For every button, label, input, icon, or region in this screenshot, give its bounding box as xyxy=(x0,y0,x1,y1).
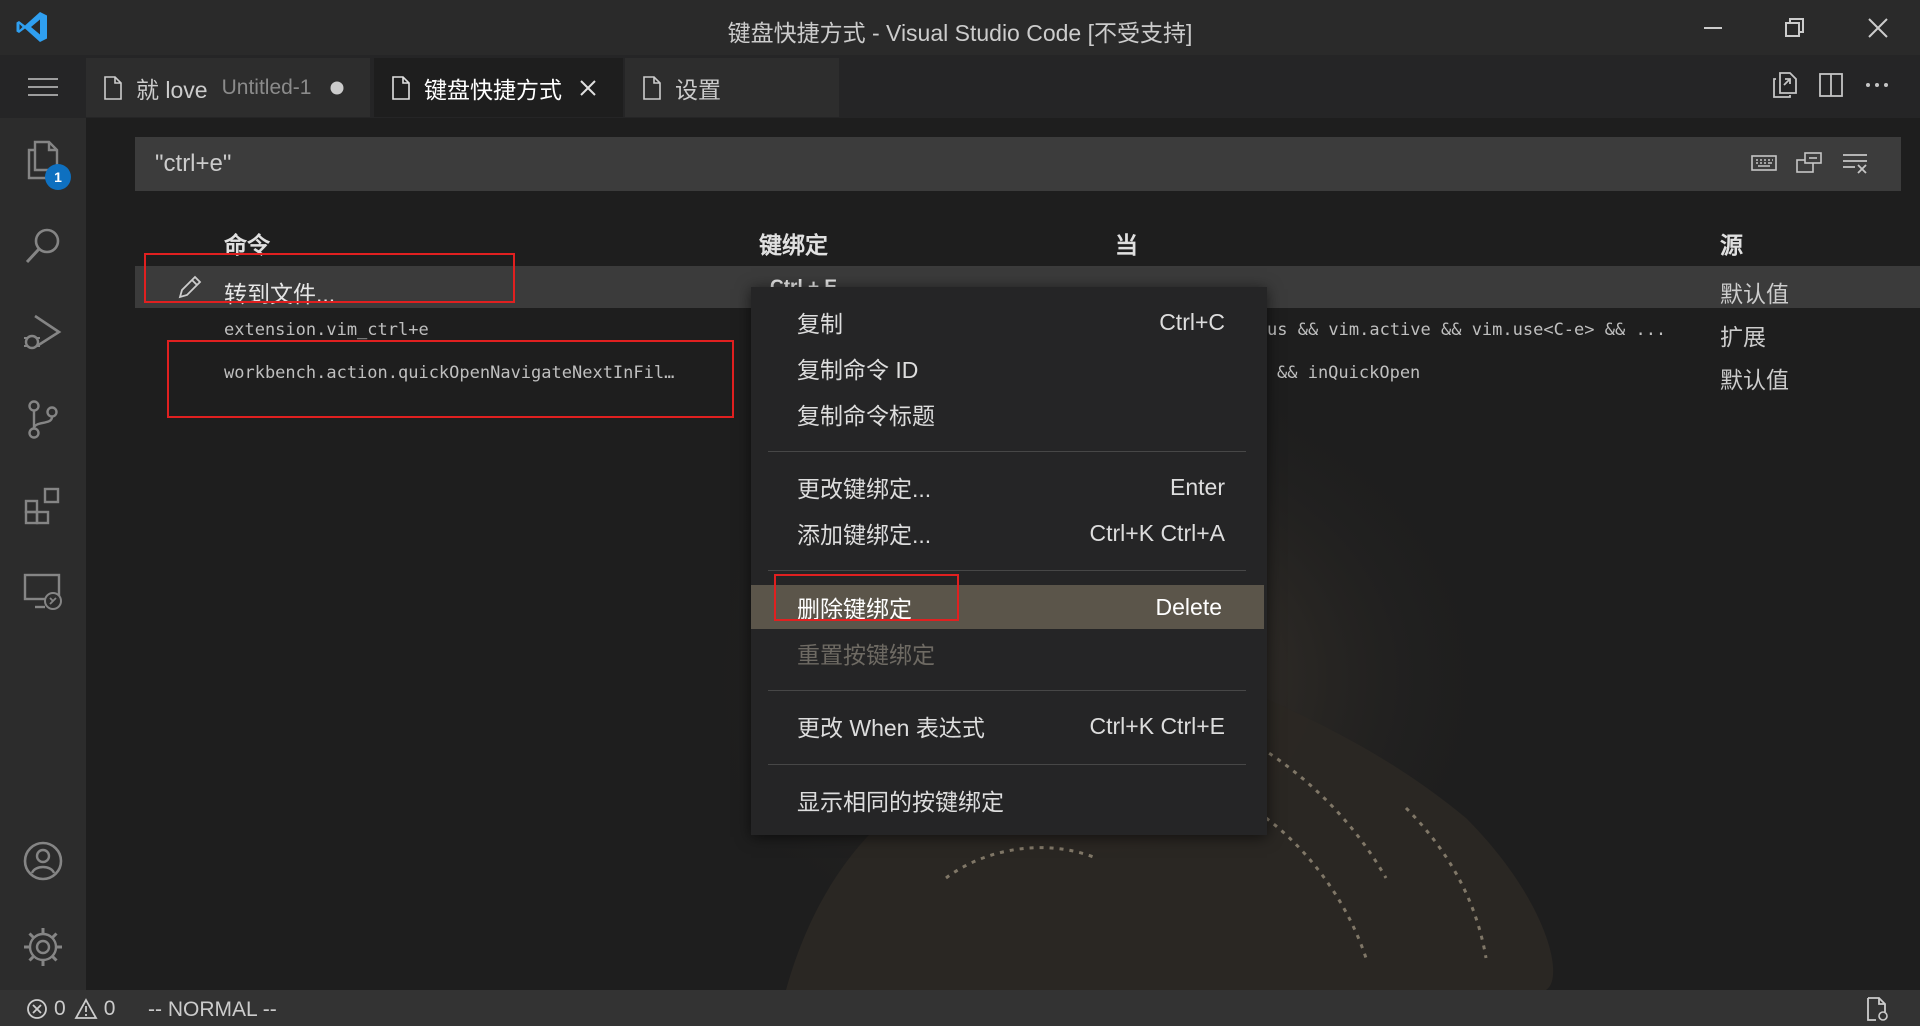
when-expression: && inQuickOpen xyxy=(1277,363,1421,383)
manage-button[interactable] xyxy=(14,918,72,976)
file-icon xyxy=(392,75,410,100)
close-window-button[interactable] xyxy=(1838,0,1918,55)
tab-untitled[interactable]: 就 love Untitled-1 xyxy=(86,58,370,117)
menu-icon[interactable] xyxy=(20,72,66,102)
menu-item-add-keybinding[interactable]: 添加键绑定... Ctrl+K Ctrl+A xyxy=(751,511,1267,555)
when-expression: us && vim.active && vim.use<C-e> && ... xyxy=(1267,320,1667,340)
tab-settings[interactable]: 设置 xyxy=(625,58,839,117)
more-actions-button[interactable] xyxy=(1859,67,1895,103)
highlight-box xyxy=(774,574,959,621)
clear-search-icon[interactable] xyxy=(1840,150,1870,176)
tab-label: 设置 xyxy=(675,76,721,103)
close-icon xyxy=(1868,17,1888,38)
search-button[interactable] xyxy=(14,217,72,275)
menu-item-copy[interactable]: 复制 Ctrl+C xyxy=(751,300,1267,344)
extensions-button[interactable] xyxy=(14,476,72,534)
warning-icon xyxy=(74,998,98,1019)
source-label: 默认值 xyxy=(1720,281,1789,307)
column-header-source[interactable]: 源 xyxy=(1720,226,1743,260)
menu-separator xyxy=(768,451,1246,452)
source-control-button[interactable] xyxy=(14,390,72,448)
error-icon xyxy=(27,999,47,1019)
column-header-when[interactable]: 当 xyxy=(1115,226,1138,260)
column-header-keybinding[interactable]: 键绑定 xyxy=(759,226,828,260)
menu-separator xyxy=(768,764,1246,765)
minimize-button[interactable] xyxy=(1673,0,1753,55)
window-title: 键盘快捷方式 - Visual Studio Code [不受支持] xyxy=(727,20,1193,46)
file-icon xyxy=(104,75,122,100)
open-keybindings-json-button[interactable] xyxy=(1767,67,1803,103)
feedback-icon[interactable] xyxy=(1864,996,1890,1022)
remote-explorer-icon xyxy=(23,573,62,610)
menu-item-copy-command-title[interactable]: 复制命令标题 xyxy=(751,392,1267,436)
highlight-box xyxy=(167,340,734,418)
highlight-box xyxy=(144,253,515,303)
menu-item-copy-command-id[interactable]: 复制命令 ID xyxy=(751,346,1267,390)
minimize-icon xyxy=(1704,26,1722,29)
source-label: 扩展 xyxy=(1720,324,1766,350)
vim-mode-indicator: -- NORMAL -- xyxy=(148,998,277,1021)
unsaved-dot-icon[interactable] xyxy=(329,80,345,96)
menu-separator xyxy=(768,570,1246,571)
record-keys-icon[interactable] xyxy=(1749,150,1779,176)
sort-by-precedence-icon[interactable] xyxy=(1794,150,1824,176)
search-input-value: "ctrl+e" xyxy=(155,150,232,177)
source-label: 默认值 xyxy=(1720,367,1789,393)
restore-icon xyxy=(1785,17,1804,37)
tab-keyboard-shortcuts[interactable]: 键盘快捷方式 xyxy=(374,58,623,117)
restore-button[interactable] xyxy=(1755,0,1835,55)
search-icon xyxy=(25,228,60,264)
warning-count: 0 xyxy=(103,997,116,1020)
menu-item-show-same-keybindings[interactable]: 显示相同的按键绑定 xyxy=(751,778,1267,822)
tab-label: 就 love xyxy=(136,76,208,103)
menu-item-change-when-expression[interactable]: 更改 When 表达式 Ctrl+K Ctrl+E xyxy=(751,704,1267,748)
accounts-button[interactable] xyxy=(14,832,72,890)
extensions-icon xyxy=(24,487,60,525)
keybindings-search-input[interactable]: "ctrl+e" xyxy=(135,137,1901,191)
menu-item-change-keybinding[interactable]: 更改键绑定... Enter xyxy=(751,465,1267,509)
close-tab-icon[interactable] xyxy=(578,78,598,98)
run-debug-icon xyxy=(24,314,62,350)
error-count: 0 xyxy=(54,997,66,1020)
explorer-badge: 1 xyxy=(45,164,71,190)
more-icon xyxy=(1866,83,1888,87)
command-id: extension.vim_ctrl+e xyxy=(224,320,429,340)
account-icon xyxy=(23,841,63,881)
menu-item-reset-keybinding: 重置按键绑定 xyxy=(797,642,935,668)
file-icon xyxy=(643,75,661,100)
tab-description: Untitled-1 xyxy=(221,75,312,99)
gear-icon xyxy=(24,928,62,966)
tab-label: 键盘快捷方式 xyxy=(424,76,562,103)
problems-indicator[interactable]: 0 0 xyxy=(26,997,115,1021)
split-editor-icon xyxy=(1819,73,1843,97)
remote-explorer-button[interactable] xyxy=(14,562,72,620)
run-debug-button[interactable] xyxy=(14,303,72,361)
status-bar xyxy=(0,990,1920,1026)
open-file-icon xyxy=(1773,72,1797,98)
source-control-icon xyxy=(28,400,58,439)
split-editor-button[interactable] xyxy=(1813,67,1849,103)
menu-separator xyxy=(768,690,1246,691)
